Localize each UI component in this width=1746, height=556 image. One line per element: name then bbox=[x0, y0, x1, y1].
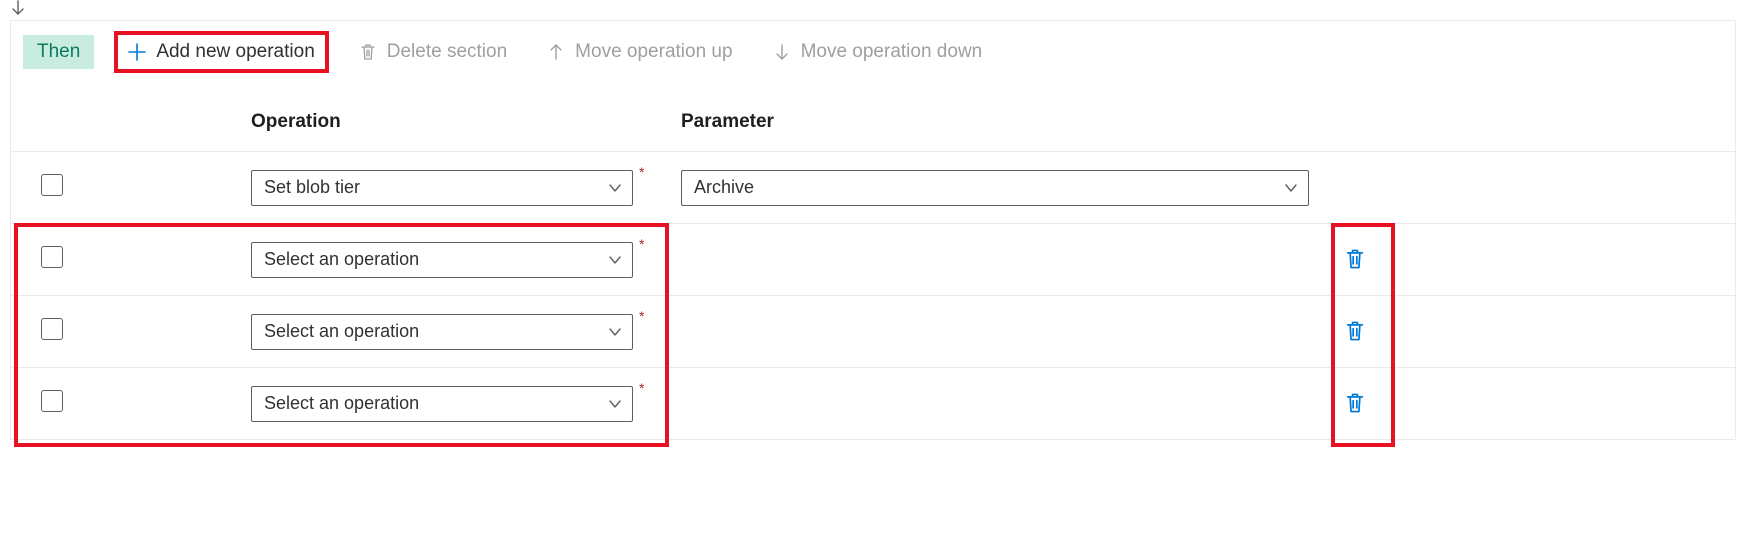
row-checkbox[interactable] bbox=[41, 390, 63, 412]
required-indicator: * bbox=[639, 380, 644, 396]
table-row: Set blob tier * Archive bbox=[11, 151, 1735, 223]
toolbar: Then Add new operation Delete section bbox=[11, 21, 1735, 83]
header-operation: Operation bbox=[251, 111, 681, 133]
row-checkbox[interactable] bbox=[41, 174, 63, 196]
move-operation-up-button[interactable]: Move operation up bbox=[537, 35, 742, 69]
chevron-down-icon bbox=[608, 325, 622, 339]
trash-icon bbox=[1344, 248, 1366, 270]
row-checkbox[interactable] bbox=[41, 318, 63, 340]
delete-section-label: Delete section bbox=[387, 41, 507, 63]
arrow-down-icon bbox=[773, 43, 791, 61]
operation-select[interactable]: Select an operation bbox=[251, 386, 633, 422]
move-operation-down-label: Move operation down bbox=[801, 41, 983, 63]
arrow-up-icon bbox=[547, 43, 565, 61]
chevron-down-icon bbox=[608, 181, 622, 195]
operation-select-value: Select an operation bbox=[264, 249, 419, 270]
operation-select[interactable]: Select an operation bbox=[251, 242, 633, 278]
move-operation-down-button[interactable]: Move operation down bbox=[763, 35, 993, 69]
required-indicator: * bbox=[639, 164, 644, 180]
add-new-operation-button[interactable]: Add new operation bbox=[118, 35, 324, 69]
chevron-down-icon bbox=[608, 253, 622, 267]
table-row: Select an operation * bbox=[11, 295, 1735, 367]
delete-row-button[interactable] bbox=[1341, 389, 1369, 417]
add-new-operation-label: Add new operation bbox=[156, 41, 314, 63]
chevron-down-icon bbox=[1284, 181, 1298, 195]
chevron-down-icon bbox=[608, 397, 622, 411]
delete-section-button[interactable]: Delete section bbox=[349, 35, 517, 69]
trash-icon bbox=[1344, 320, 1366, 342]
table-header-row: Operation Parameter bbox=[11, 83, 1735, 151]
table-row: Select an operation * bbox=[11, 367, 1735, 439]
parameter-select-value: Archive bbox=[694, 177, 754, 198]
header-parameter: Parameter bbox=[681, 111, 1341, 133]
operation-select-value: Select an operation bbox=[264, 321, 419, 342]
operation-select[interactable]: Set blob tier bbox=[251, 170, 633, 206]
operations-table: Operation Parameter Set blob tier bbox=[11, 83, 1735, 439]
then-panel: Then Add new operation Delete section bbox=[10, 20, 1736, 440]
then-badge: Then bbox=[23, 35, 94, 69]
operation-select-value: Set blob tier bbox=[264, 177, 360, 198]
plus-icon bbox=[128, 43, 146, 61]
trash-icon bbox=[1344, 392, 1366, 414]
required-indicator: * bbox=[639, 308, 644, 324]
operation-select[interactable]: Select an operation bbox=[251, 314, 633, 350]
operation-select-value: Select an operation bbox=[264, 393, 419, 414]
delete-row-button[interactable] bbox=[1341, 317, 1369, 345]
table-row: Select an operation * bbox=[11, 223, 1735, 295]
delete-row-button[interactable] bbox=[1341, 245, 1369, 273]
trash-icon bbox=[359, 43, 377, 61]
move-operation-up-label: Move operation up bbox=[575, 41, 732, 63]
parameter-select[interactable]: Archive bbox=[681, 170, 1309, 206]
flow-arrow-down-icon bbox=[10, 0, 1736, 20]
required-indicator: * bbox=[639, 236, 644, 252]
row-checkbox[interactable] bbox=[41, 246, 63, 268]
